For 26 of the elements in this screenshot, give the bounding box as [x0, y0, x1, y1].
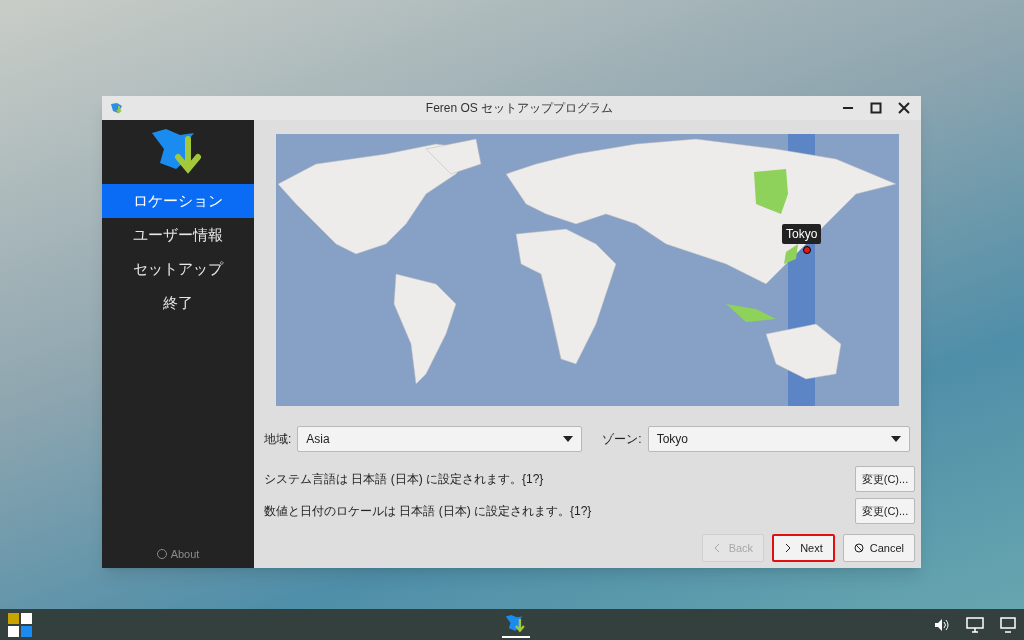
region-dropdown[interactable]: Asia: [297, 426, 583, 452]
sidebar-item[interactable]: ロケーション: [102, 184, 254, 218]
cancel-button[interactable]: Cancel: [842, 534, 915, 562]
bird-icon: [110, 102, 124, 114]
display-icon[interactable]: [966, 616, 984, 633]
change-button[interactable]: 変更(C)...: [855, 466, 915, 492]
sidebar-item[interactable]: セットアップ: [102, 252, 254, 286]
about-link[interactable]: About: [170, 545, 200, 562]
sidebar-item[interactable]: 終了: [102, 286, 254, 320]
locale-text: システム言語は 日本語 (日本) に設定されます。{1?}: [264, 471, 544, 488]
change-button[interactable]: 変更(C)...: [855, 498, 915, 524]
sidebar-item[interactable]: ユーザー情報: [102, 218, 254, 252]
region-label: 地域:: [264, 431, 292, 448]
window-title: Feren OS セットアッププログラム: [424, 100, 615, 117]
dropdown-caret-icon: [563, 436, 574, 442]
cancel-icon: [853, 543, 864, 553]
app-launcher-icon[interactable]: [8, 612, 32, 637]
zone-label: ゾーン:: [602, 431, 642, 448]
volume-icon[interactable]: [934, 617, 950, 632]
dropdown-caret-icon: [890, 436, 901, 442]
desktop-icon[interactable]: [1000, 616, 1016, 633]
zone-dropdown[interactable]: Tokyo: [647, 426, 910, 452]
next-button[interactable]: Next: [772, 534, 835, 562]
locale-text: 数値と日付のロケールは 日本語 (日本) に設定されます。{1?}: [264, 503, 592, 520]
location-pin-icon: [803, 246, 811, 254]
location-label: Tokyo: [782, 224, 822, 244]
